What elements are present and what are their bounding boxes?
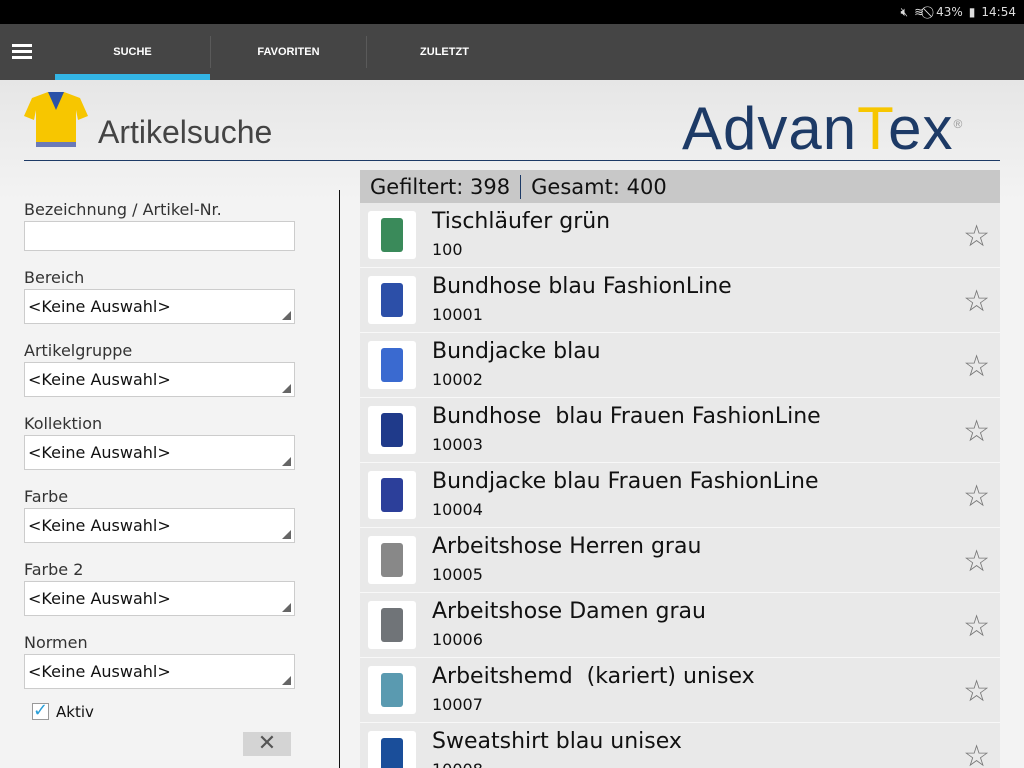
artikelgruppe-value: <Keine Auswahl> bbox=[28, 370, 171, 389]
tab-favoriten[interactable]: FAVORITEN bbox=[211, 24, 366, 80]
farbe2-value: <Keine Auswahl> bbox=[28, 589, 171, 608]
article-thumbnail bbox=[368, 406, 416, 454]
article-name: Bundhose blau FashionLine bbox=[432, 274, 732, 299]
article-thumbnail bbox=[368, 536, 416, 584]
normen-select[interactable]: <Keine Auswahl> bbox=[24, 654, 295, 689]
article-number: 10004 bbox=[432, 500, 483, 519]
article-thumbnail bbox=[368, 276, 416, 324]
article-number: 10003 bbox=[432, 435, 483, 454]
filtered-count: 398 bbox=[470, 174, 511, 199]
list-item[interactable]: Bundhose blau FashionLine 10001 ☆ bbox=[360, 268, 1000, 333]
article-number: 10008 bbox=[432, 760, 483, 768]
list-item[interactable]: Arbeitshose Damen grau 10006 ☆ bbox=[360, 593, 1000, 658]
article-number: 10002 bbox=[432, 370, 483, 389]
article-list[interactable]: Tischläufer grün 100 ☆ Bundhose blau Fas… bbox=[360, 203, 1000, 768]
farbe-label: Farbe bbox=[24, 487, 69, 506]
article-number: 100 bbox=[432, 240, 463, 259]
article-number: 10005 bbox=[432, 565, 483, 584]
list-item[interactable]: Arbeitshemd (kariert) unisex 10007 ☆ bbox=[360, 658, 1000, 723]
article-number: 10001 bbox=[432, 305, 483, 324]
list-item[interactable]: Bundhose blau Frauen FashionLine 10003 ☆ bbox=[360, 398, 1000, 463]
article-name: Arbeitshose Herren grau bbox=[432, 534, 702, 559]
normen-value: <Keine Auswahl> bbox=[28, 662, 171, 681]
aktiv-label: Aktiv bbox=[56, 703, 94, 721]
normen-label: Normen bbox=[24, 633, 88, 652]
article-name: Bundhose blau Frauen FashionLine bbox=[432, 404, 821, 429]
favorite-star-icon[interactable]: ☆ bbox=[963, 544, 990, 579]
aktiv-checkbox[interactable]: ✓ bbox=[32, 702, 49, 720]
article-thumbnail bbox=[368, 666, 416, 714]
header-divider bbox=[24, 160, 1000, 161]
article-name: Arbeitshose Damen grau bbox=[432, 599, 706, 624]
advantex-logo: AdvanTex® bbox=[682, 95, 964, 162]
favorite-star-icon[interactable]: ☆ bbox=[963, 609, 990, 644]
panel-divider bbox=[339, 190, 340, 768]
battery-percent: 43% bbox=[936, 5, 963, 19]
article-thumbnail bbox=[368, 601, 416, 649]
mute-icon: 🔇︎ bbox=[900, 4, 909, 19]
bezeichnung-input[interactable] bbox=[24, 221, 295, 251]
total-count: 400 bbox=[626, 174, 667, 199]
farbe-value: <Keine Auswahl> bbox=[28, 516, 171, 535]
total-label: Gesamt: bbox=[531, 174, 620, 199]
favorite-star-icon[interactable]: ☆ bbox=[963, 219, 990, 254]
favorite-star-icon[interactable]: ☆ bbox=[963, 414, 990, 449]
list-item[interactable]: Sweatshirt blau unisex 10008 ☆ bbox=[360, 723, 1000, 768]
bereich-select[interactable]: <Keine Auswahl> bbox=[24, 289, 295, 324]
favorite-star-icon[interactable]: ☆ bbox=[963, 674, 990, 709]
shirt-icon bbox=[24, 92, 88, 147]
page-title: Artikelsuche bbox=[98, 114, 273, 150]
article-thumbnail bbox=[368, 341, 416, 389]
kollektion-label: Kollektion bbox=[24, 414, 103, 433]
wifi-icon: ≋ bbox=[914, 5, 925, 19]
tab-zuletzt[interactable]: ZULETZT bbox=[367, 24, 522, 80]
tab-suche[interactable]: SUCHE bbox=[55, 24, 210, 80]
article-name: Tischläufer grün bbox=[432, 209, 611, 234]
article-name: Bundjacke blau bbox=[432, 339, 601, 364]
article-thumbnail bbox=[368, 731, 416, 768]
favorite-star-icon[interactable]: ☆ bbox=[963, 349, 990, 384]
filtered-label: Gefiltert: bbox=[370, 174, 464, 199]
bereich-value: <Keine Auswahl> bbox=[28, 297, 171, 316]
article-number: 10007 bbox=[432, 695, 483, 714]
kollektion-select[interactable]: <Keine Auswahl> bbox=[24, 435, 295, 470]
bezeichnung-label: Bezeichnung / Artikel-Nr. bbox=[24, 200, 222, 219]
list-item[interactable]: Bundjacke blau Frauen FashionLine 10004 … bbox=[360, 463, 1000, 528]
artikelgruppe-label: Artikelgruppe bbox=[24, 341, 133, 360]
list-item[interactable]: Arbeitshose Herren grau 10005 ☆ bbox=[360, 528, 1000, 593]
list-item[interactable]: Bundjacke blau 10002 ☆ bbox=[360, 333, 1000, 398]
clear-filters-button[interactable]: ✕ bbox=[243, 732, 291, 756]
article-number: 10006 bbox=[432, 630, 483, 649]
article-name: Sweatshirt blau unisex bbox=[432, 729, 682, 754]
favorite-star-icon[interactable]: ☆ bbox=[963, 284, 990, 319]
clock: 14:54 bbox=[981, 5, 1016, 19]
artikelgruppe-select[interactable]: <Keine Auswahl> bbox=[24, 362, 295, 397]
toolbar: SUCHE FAVORITEN ZULETZT bbox=[0, 24, 1024, 80]
favorite-star-icon[interactable]: ☆ bbox=[963, 739, 990, 768]
list-item[interactable]: Tischläufer grün 100 ☆ bbox=[360, 203, 1000, 268]
article-name: Bundjacke blau Frauen FashionLine bbox=[432, 469, 819, 494]
farbe2-label: Farbe 2 bbox=[24, 560, 84, 579]
favorite-star-icon[interactable]: ☆ bbox=[963, 479, 990, 514]
article-thumbnail bbox=[368, 471, 416, 519]
bereich-label: Bereich bbox=[24, 268, 85, 287]
kollektion-value: <Keine Auswahl> bbox=[28, 443, 171, 462]
article-thumbnail bbox=[368, 211, 416, 259]
farbe2-select[interactable]: <Keine Auswahl> bbox=[24, 581, 295, 616]
farbe-select[interactable]: <Keine Auswahl> bbox=[24, 508, 295, 543]
content: Artikelsuche AdvanTex® Bezeichnung / Art… bbox=[0, 80, 1024, 768]
article-name: Arbeitshemd (kariert) unisex bbox=[432, 664, 755, 689]
menu-icon[interactable] bbox=[12, 44, 32, 60]
list-header: Gefiltert: 398 Gesamt: 400 bbox=[360, 170, 1000, 203]
battery-icon: ▮ bbox=[968, 5, 976, 19]
status-bar: 🔇︎ ≋ ⃠ 43% ▮ 14:54 bbox=[0, 0, 1024, 24]
